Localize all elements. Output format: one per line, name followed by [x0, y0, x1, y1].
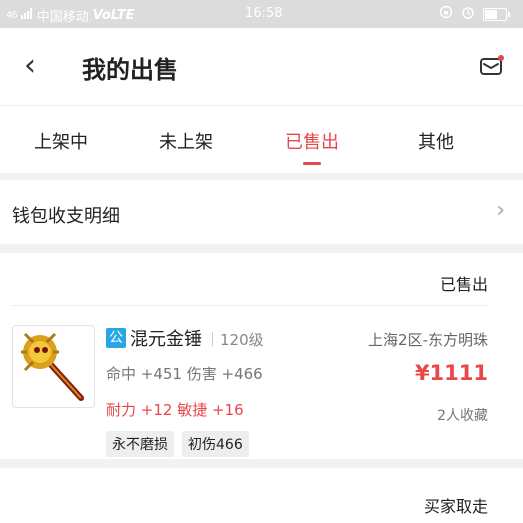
- signal-bars-icon: [20, 8, 33, 23]
- item-tag: 初伤466: [182, 431, 249, 457]
- status-left: 46 中国移动 VoLTE: [6, 6, 135, 25]
- item-tags: 永不磨损 初伤466: [106, 431, 249, 457]
- divider: [212, 332, 213, 346]
- golden-hammer-icon: [21, 332, 84, 401]
- order-card[interactable]: 已售出 公 混元金锤 120级 上海2区-东方明珠 命中 +451 伤害 +46…: [0, 253, 523, 459]
- tab-unlisted[interactable]: 未上架: [159, 128, 213, 154]
- divider: [12, 305, 488, 306]
- message-icon[interactable]: [479, 54, 505, 76]
- server-name: 上海2区-东方明珠: [368, 331, 488, 349]
- volte-indicator: VoLTE: [92, 8, 135, 23]
- back-icon[interactable]: ‹: [24, 48, 36, 83]
- order-card[interactable]: 买家取走: [0, 468, 523, 523]
- favorite-count: 2人收藏: [437, 408, 488, 424]
- public-badge: 公: [106, 328, 126, 348]
- tab-other[interactable]: 其他: [418, 128, 454, 154]
- lock-rotation-icon: [439, 5, 453, 23]
- status-bar: 46 中国移动 VoLTE 16:58: [0, 0, 523, 28]
- order-status: 已售出: [439, 275, 488, 294]
- carrier-name: 中国移动: [36, 10, 89, 25]
- item-name: 混元金锤: [130, 329, 202, 350]
- item-level: 120级: [220, 331, 264, 349]
- page-header: ‹ 我的出售: [0, 28, 523, 105]
- tab-sold[interactable]: 已售出: [285, 128, 339, 154]
- order-status: 买家取走: [423, 497, 488, 516]
- wallet-details-label: 钱包收支明细: [12, 206, 120, 227]
- active-tab-indicator: [303, 162, 321, 165]
- page-title: 我的出售: [82, 56, 178, 84]
- item-stats-secondary: 耐力 +12 敏捷 +16: [106, 401, 244, 419]
- wallet-details-row[interactable]: 钱包收支明细 ›: [0, 180, 523, 244]
- tab-bar: 上架中 未上架 已售出 其他: [0, 105, 523, 173]
- status-time: 16:58: [245, 6, 283, 21]
- item-stats-primary: 命中 +451 伤害 +466: [106, 365, 263, 383]
- item-price: ¥1111: [414, 361, 488, 385]
- item-tag: 永不磨损: [106, 431, 174, 457]
- tab-listed[interactable]: 上架中: [34, 128, 88, 154]
- status-right: [439, 5, 510, 23]
- battery-icon: [483, 7, 510, 21]
- item-thumbnail: [12, 325, 95, 408]
- chevron-right-icon: ›: [496, 198, 505, 223]
- signal-indicator: 46: [6, 10, 18, 21]
- alarm-icon: [461, 5, 475, 23]
